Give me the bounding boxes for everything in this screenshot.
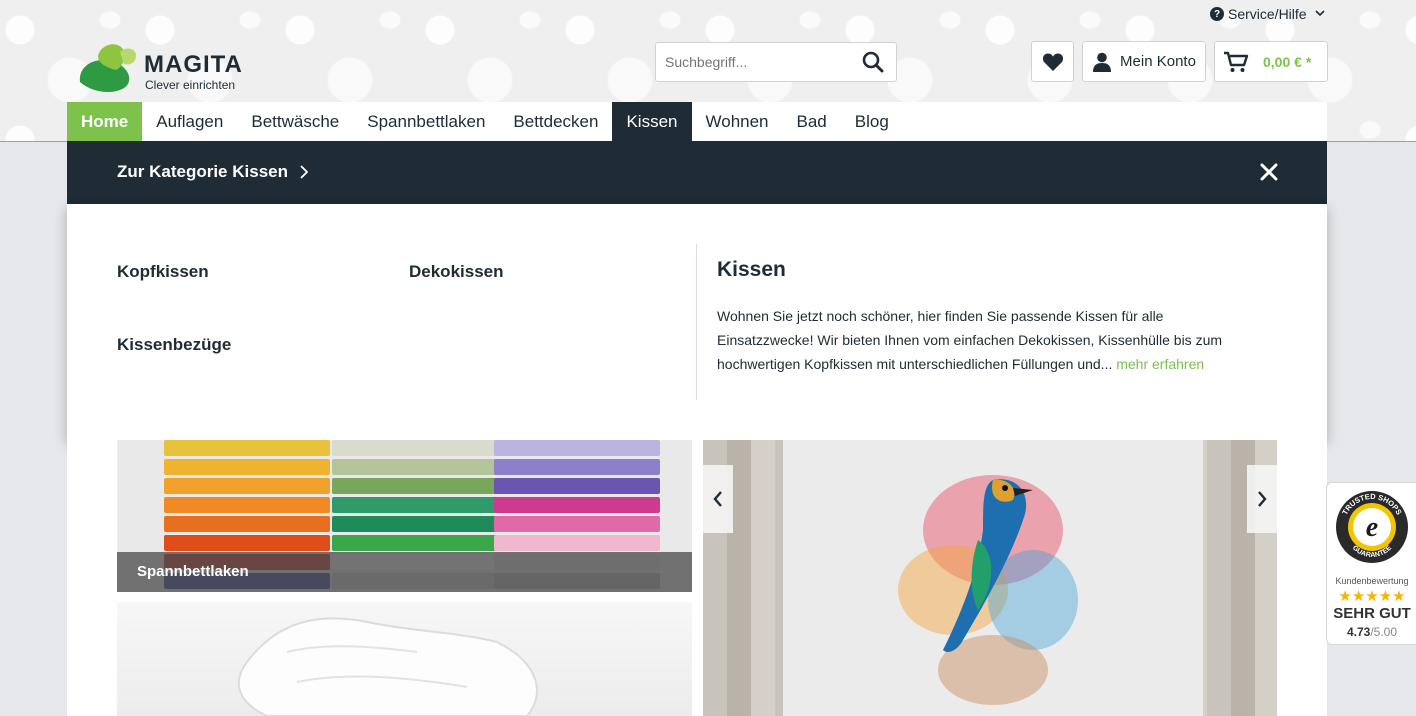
trusted-shops-seal-icon: e TRUSTED SHOPS GUARANTEE — [1336, 491, 1408, 563]
help-icon: ? — [1210, 7, 1224, 21]
user-icon — [1093, 52, 1112, 72]
service-label: Service/Hilfe — [1228, 6, 1307, 22]
service-menu[interactable]: ? Service/Hilfe — [1210, 5, 1325, 23]
nav-item-bad[interactable]: Bad — [783, 102, 841, 142]
search-button[interactable] — [850, 43, 896, 81]
logo[interactable]: MAGITA Clever einrichten — [76, 42, 266, 94]
rating-stars: ★★★★★ — [1338, 588, 1406, 605]
svg-text:e: e — [1366, 512, 1378, 543]
close-menu-button[interactable] — [1259, 162, 1279, 182]
teaser-title: Kissen — [717, 258, 786, 281]
close-icon — [1260, 163, 1278, 181]
menu-category-kissenbezuege[interactable]: Kissenbezüge — [117, 335, 231, 355]
trusted-shops-badge[interactable]: e TRUSTED SHOPS GUARANTEE Kundenbewertun… — [1326, 482, 1416, 645]
chevron-left-icon — [713, 491, 722, 507]
category-link-label: Zur Kategorie Kissen — [117, 162, 288, 181]
nav-item-bettwaesche[interactable]: Bettwäsche — [237, 102, 353, 142]
review-label: Kundenbewertung — [1335, 576, 1409, 586]
account-button[interactable]: Mein Konto — [1082, 41, 1206, 82]
logo-brand: MAGITA — [144, 51, 243, 78]
cart-button[interactable]: 0,00 € * — [1214, 41, 1328, 82]
heart-icon — [1042, 52, 1063, 71]
chevron-down-icon — [1315, 9, 1325, 20]
logo-slogan: Clever einrichten — [145, 78, 236, 92]
logo-leaf-icon — [79, 44, 136, 92]
nav-item-home[interactable]: Home — [67, 102, 143, 142]
bird-artwork — [898, 475, 1078, 705]
mega-menu-body: Kopfkissen Dekokissen Kissenbezüge Kisse… — [67, 204, 1327, 440]
nav-item-auflagen[interactable]: Auflagen — [142, 102, 237, 142]
nav-item-kissen[interactable]: Kissen — [612, 102, 692, 142]
search-input[interactable] — [656, 43, 852, 81]
slider-image — [703, 440, 1277, 716]
mega-menu-header: Zur Kategorie Kissen — [67, 141, 1327, 204]
nav-item-blog[interactable]: Blog — [841, 102, 903, 142]
review-score: 4.73/5.00 — [1327, 625, 1416, 639]
nav-item-wohnen[interactable]: Wohnen — [692, 102, 783, 142]
slider-prev-button[interactable] — [703, 465, 733, 533]
slider-next-button[interactable] — [1247, 465, 1277, 533]
nav-item-spannbettlaken[interactable]: Spannbettlaken — [353, 102, 499, 142]
score-max: /5.00 — [1370, 625, 1398, 639]
menu-divider — [696, 244, 697, 400]
search-icon — [862, 51, 884, 73]
main-navigation: Home Auflagen Bettwäsche Spannbettlaken … — [67, 102, 1327, 142]
duvet-image — [237, 617, 538, 716]
read-more-link[interactable]: mehr erfahren — [1116, 356, 1204, 372]
menu-category-kopfkissen[interactable]: Kopfkissen — [117, 262, 209, 282]
cart-total: 0,00 € * — [1263, 53, 1312, 70]
review-grade: SEHR GUT — [1333, 605, 1411, 622]
search-box — [655, 42, 897, 82]
nav-item-bettdecken[interactable]: Bettdecken — [499, 102, 612, 142]
chevron-right-icon — [1258, 491, 1267, 507]
category-tile-spannbettlaken[interactable]: Spannbettlaken — [117, 440, 692, 592]
score-value: 4.73 — [1346, 625, 1371, 639]
cart-icon — [1224, 51, 1249, 72]
menu-category-dekokissen[interactable]: Dekokissen — [409, 262, 504, 282]
account-label: Mein Konto — [1120, 53, 1196, 70]
tile-caption: Spannbettlaken — [117, 552, 692, 592]
category-tile-bettdecken[interactable] — [117, 602, 692, 716]
category-link[interactable]: Zur Kategorie Kissen — [117, 162, 308, 182]
teaser-text: Wohnen Sie jetzt noch schöner, hier find… — [717, 304, 1257, 376]
chevron-right-icon — [300, 165, 308, 179]
wishlist-button[interactable] — [1031, 41, 1074, 82]
